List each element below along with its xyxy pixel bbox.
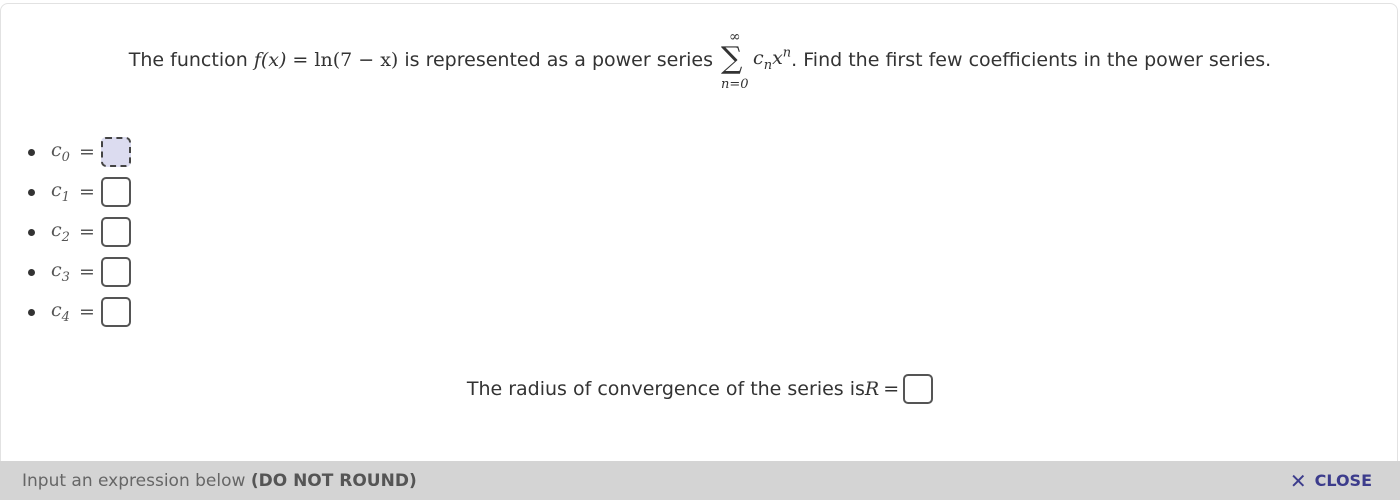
radius-question: The radius of convergence of the series … [0,374,1400,404]
coef-sub: 2 [61,229,70,245]
radius-text: The radius of convergence of the series … [466,378,865,400]
equals-sign: = [79,181,95,203]
c1-input[interactable] [100,177,131,207]
c0-input[interactable] [100,137,131,167]
equals-sign: = [79,221,95,243]
coef-sub: 3 [61,269,70,285]
equals-sign: = [883,378,900,400]
coefficient-label: c0 [51,139,75,165]
bullet [28,188,35,196]
function-label: f(x) [253,49,287,72]
coefficient-label: c3 [51,259,75,285]
question-prefix: The function [128,49,254,72]
coefficient-item-1: c1 = [28,172,131,212]
coefficient-item-4: c4 = [28,292,131,332]
c3-input[interactable] [100,257,131,287]
coefficient-item-2: c2 = [28,212,131,252]
coef-letter: c [51,299,62,322]
radius-var: R [864,378,880,400]
coef-sub: 1 [61,189,70,205]
radius-input[interactable] [903,374,934,404]
close-button[interactable]: ✕ CLOSE [1290,469,1372,493]
question-middle: is represented as a power series [398,49,720,72]
equals-sign: = [79,261,95,283]
sigma-symbol: ∑ [721,41,743,77]
coefficient-list: c0 = c1 = c2 = c3 = c4 = [28,132,131,332]
term-sup: n [782,46,792,61]
coefficient-item-3: c3 = [28,252,131,292]
hint-text: Input an expression below (DO NOT ROUND) [22,471,417,491]
coef-sub: 4 [61,309,70,325]
function-expression: ln(7 − x) [314,49,399,72]
equals-sign: = [79,301,95,323]
bullet [28,228,35,236]
term-coef: c [753,47,764,70]
hint-plain: Input an expression below [22,470,251,491]
input-hint-bar: Input an expression below (DO NOT ROUND)… [0,461,1400,500]
summation: ∞ ∑ n=0 [721,30,751,92]
coefficient-item-0: c0 = [28,132,131,172]
bullet [28,148,35,156]
bullet [28,308,35,316]
coefficient-label: c2 [51,219,75,245]
coef-sub: 0 [61,149,70,165]
term-sub: n [763,58,773,74]
coef-letter: c [51,179,62,202]
coefficient-label: c4 [51,299,75,325]
equals-sign: = [79,141,95,163]
bullet [28,268,35,276]
equals-sign: = [286,49,315,72]
term-var: x [772,47,783,70]
series-term: cnxn [753,46,792,73]
question-suffix: . Find the first few coefficients in the… [791,49,1272,72]
coef-letter: c [51,139,62,162]
coef-letter: c [51,259,62,282]
coef-letter: c [51,219,62,242]
close-icon: ✕ [1289,468,1307,493]
c4-input[interactable] [100,297,131,327]
c2-input[interactable] [100,217,131,247]
sum-lower-limit: n=0 [721,77,749,93]
question-text: The function f(x) = ln(7 − x) is represe… [0,30,1400,92]
coefficient-label: c1 [51,179,75,205]
close-label: CLOSE [1314,471,1372,490]
hint-bold: (DO NOT ROUND) [250,470,417,491]
